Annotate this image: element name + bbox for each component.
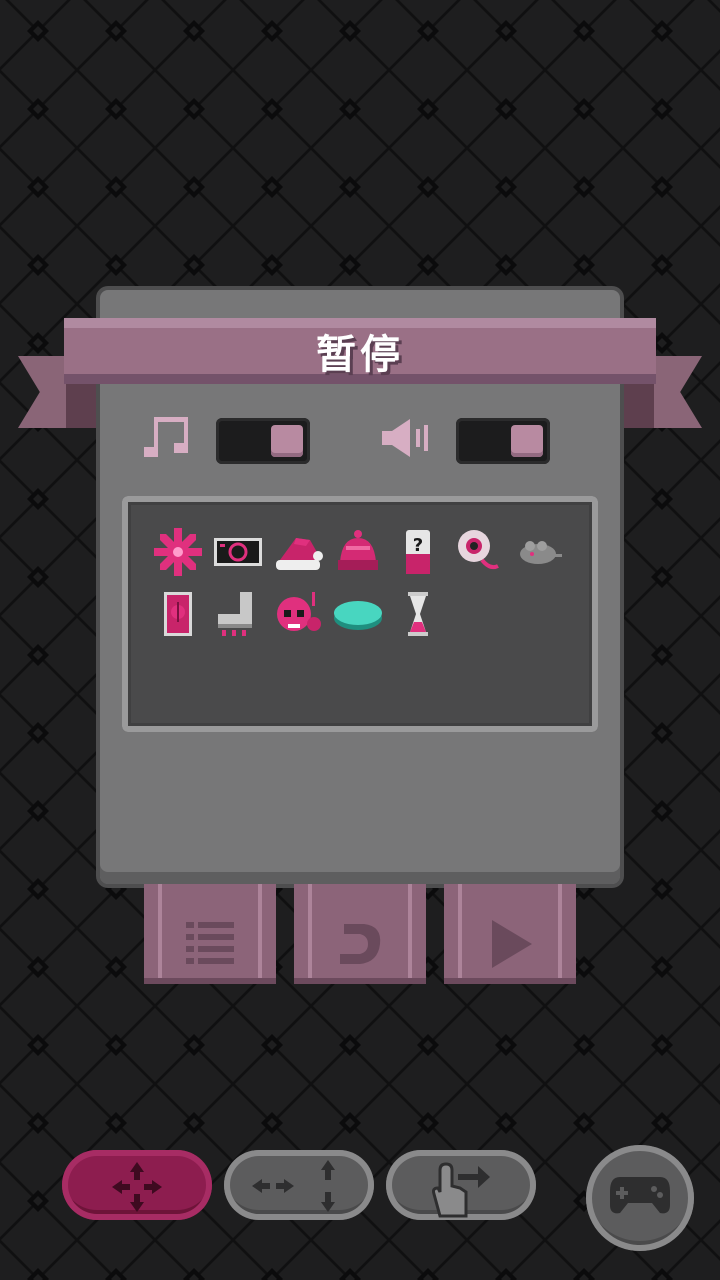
four-way-arrows-icon <box>112 1162 162 1212</box>
santa-hat-item[interactable] <box>272 526 324 578</box>
title-ribbon: 暂停 <box>64 318 656 384</box>
music-toggle[interactable] <box>216 418 310 464</box>
pink-spiked-sun-item[interactable] <box>152 526 204 578</box>
pause-title: 暂停 <box>316 332 404 378</box>
mystery-can-item[interactable]: ? <box>392 526 444 578</box>
list-menu-button[interactable] <box>144 884 276 984</box>
gamepad-icon <box>610 1177 670 1214</box>
list-icon <box>186 922 234 964</box>
hand-swipe-icon <box>432 1162 490 1218</box>
inventory-panel: ? <box>122 496 598 732</box>
pink-card-item[interactable] <box>152 588 204 640</box>
music-note-icon <box>144 417 188 457</box>
music-toggle-knob <box>271 425 303 457</box>
split-arrows-control-mode[interactable] <box>224 1150 374 1220</box>
grey-mouse-item[interactable] <box>512 526 564 578</box>
swipe-control-mode[interactable] <box>386 1150 536 1220</box>
svg-text:?: ? <box>413 535 423 556</box>
pink-beanie-item[interactable] <box>332 526 384 578</box>
sound-toggle[interactable] <box>456 418 550 464</box>
teal-button-item[interactable] <box>332 588 384 640</box>
hourglass-item[interactable] <box>392 588 444 640</box>
play-icon <box>492 920 532 968</box>
black-gadget-card-item[interactable] <box>212 526 264 578</box>
restart-button[interactable] <box>294 884 426 984</box>
restart-arrow-icon <box>340 924 381 964</box>
ribbon-right-fold <box>620 380 654 428</box>
eyeball-item[interactable] <box>452 526 504 578</box>
speaker-icon <box>382 419 428 457</box>
grey-boot-item[interactable] <box>212 588 264 640</box>
sound-toggle-knob <box>511 425 543 457</box>
gamepad-control-mode[interactable] <box>586 1145 694 1251</box>
split-arrows-icon <box>252 1160 335 1212</box>
ribbon-left-fold <box>66 380 100 428</box>
pink-skull-item[interactable] <box>272 588 324 640</box>
resume-button[interactable] <box>444 884 576 984</box>
dpad-control-mode[interactable] <box>62 1150 212 1220</box>
